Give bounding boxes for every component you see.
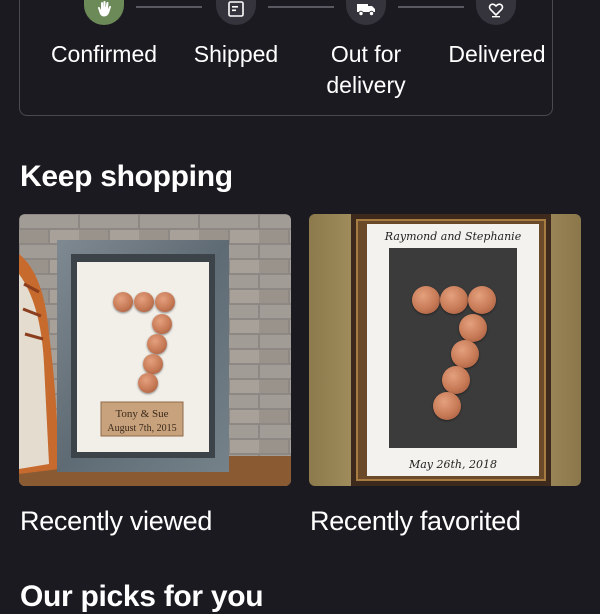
progress-connector — [268, 6, 334, 8]
waving-hand-icon — [84, 0, 124, 25]
plaque-names: Tony & Sue — [115, 408, 168, 420]
penny — [451, 340, 479, 368]
penny — [442, 366, 470, 394]
penny — [113, 292, 133, 312]
penny — [155, 292, 175, 312]
progress-connector — [398, 6, 464, 8]
step-label-out-for-delivery: Out for delivery — [326, 41, 406, 98]
penny — [134, 292, 154, 312]
recently-viewed-thumbnail[interactable]: Tony & Sue August 7th, 2015 — [19, 214, 291, 486]
package-label-icon — [216, 0, 256, 25]
step-label-shipped: Shipped — [193, 41, 279, 67]
penny — [147, 334, 167, 354]
delivery-truck-icon — [346, 0, 386, 25]
penny — [440, 286, 468, 314]
frame-date: May 26th, 2018 — [408, 458, 497, 471]
penny — [138, 373, 158, 393]
penny — [468, 286, 496, 314]
penny — [459, 314, 487, 342]
our-picks-heading: Our picks for you — [20, 580, 264, 613]
recently-viewed-link[interactable]: Recently viewed — [20, 506, 212, 537]
penny — [433, 392, 461, 420]
step-label-confirmed: Confirmed — [50, 41, 158, 67]
plaque-date: August 7th, 2015 — [107, 423, 176, 434]
order-tracking-card: Confirmed Shipped Out for delivery Deliv… — [19, 0, 553, 116]
penny-frame-photo: Raymond and Stephanie May 26th, 2018 — [309, 214, 581, 486]
progress-connector — [136, 6, 202, 8]
heart-package-icon — [476, 0, 516, 25]
recently-favorited-link[interactable]: Recently favorited — [310, 506, 521, 537]
penny — [143, 354, 163, 374]
frame-names: Raymond and Stephanie — [384, 230, 522, 243]
recently-favorited-thumbnail[interactable]: Raymond and Stephanie May 26th, 2018 — [309, 214, 581, 486]
keep-shopping-heading: Keep shopping — [20, 160, 233, 193]
penny — [152, 314, 172, 334]
step-label-delivered: Delivered — [448, 41, 546, 67]
penny — [412, 286, 440, 314]
